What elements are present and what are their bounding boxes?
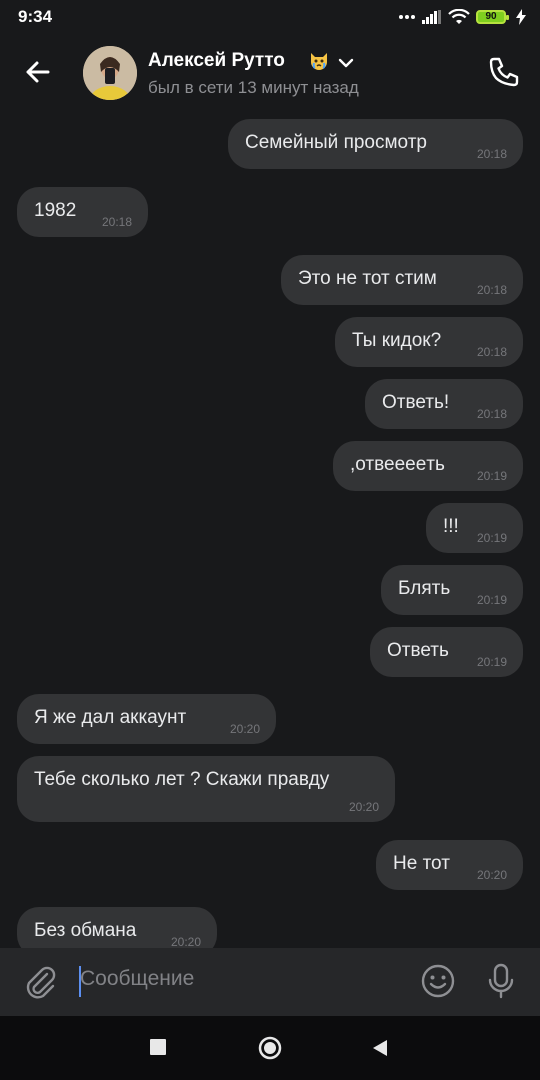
message-text: Не тот — [393, 853, 450, 874]
battery-level: 90 — [485, 11, 497, 22]
contact-name[interactable]: Алексей Рутто — [148, 50, 285, 72]
message-time: 20:20 — [170, 935, 201, 949]
paperclip-icon[interactable] — [20, 962, 60, 1002]
message-time: 20:19 — [476, 655, 507, 669]
back-button[interactable] — [20, 54, 56, 90]
message-bubble-outgoing[interactable]: Семейный просмотр 20:18 — [228, 119, 523, 169]
message-time: 20:20 — [348, 800, 379, 814]
square-recents-icon[interactable] — [150, 1039, 166, 1055]
message-text: 1982 — [34, 200, 77, 221]
message-input[interactable]: Сообщение — [80, 967, 194, 991]
message-text: Тебе сколько лет ? Скажи правду — [34, 769, 330, 790]
message-text: Без обмана — [34, 920, 137, 941]
charging-icon — [516, 9, 526, 25]
message-time: 20:18 — [476, 147, 507, 161]
message-bubble-outgoing[interactable]: Не тот 20:20 — [376, 840, 523, 890]
message-time: 20:19 — [476, 593, 507, 607]
contact-avatar[interactable] — [83, 46, 137, 100]
message-composer: Сообщение — [0, 948, 540, 1016]
message-bubble-outgoing[interactable]: Ответь! 20:18 — [365, 379, 523, 429]
system-nav-bar — [0, 1016, 540, 1080]
last-seen-status: был в сети 13 минут назад — [148, 78, 359, 97]
microphone-icon[interactable] — [484, 961, 518, 1001]
message-text: Блять — [398, 578, 451, 599]
message-time: 20:19 — [476, 531, 507, 545]
message-bubble-outgoing[interactable]: Это не тот стим 20:18 — [281, 255, 523, 305]
chat-header: Алексей Рутто был в сети 13 минут назад — [0, 34, 540, 112]
message-bubble-outgoing[interactable]: ,отвеееeть 20:19 — [333, 441, 523, 491]
message-bubble-outgoing[interactable]: Ответь 20:19 — [370, 627, 523, 677]
message-text: Ответь! — [382, 392, 450, 413]
wifi-icon — [448, 9, 470, 24]
triangle-back-icon[interactable] — [371, 1038, 389, 1058]
dots-icon — [399, 15, 415, 19]
message-text: Это не тот стим — [298, 268, 437, 289]
message-bubble-outgoing[interactable]: !!! 20:19 — [426, 503, 523, 553]
call-button[interactable] — [486, 54, 522, 90]
signal-icon — [422, 10, 441, 24]
message-bubble-incoming[interactable]: 1982 20:18 — [17, 187, 148, 237]
message-text: !!! — [443, 516, 459, 537]
message-bubble-outgoing[interactable]: Ты кидок? 20:18 — [335, 317, 523, 367]
battery-icon: 90 — [476, 10, 509, 24]
message-time: 20:20 — [476, 868, 507, 882]
chevron-down-icon[interactable] — [337, 56, 355, 70]
message-text: Ты кидок? — [352, 330, 442, 351]
message-text: ,отвеееeть — [350, 454, 445, 475]
status-icons: 90 — [398, 7, 526, 27]
message-text: Ответь — [387, 640, 449, 661]
status-time: 9:34 — [18, 7, 53, 26]
avatar-photo — [83, 46, 137, 100]
message-bubble-outgoing[interactable]: Блять 20:19 — [381, 565, 523, 615]
message-bubble-incoming[interactable]: Тебе сколько лет ? Скажи правду 20:20 — [17, 756, 395, 822]
status-bar: 9:34 90 — [0, 0, 540, 34]
crying-cat-emoji-icon — [311, 53, 327, 70]
message-time: 20:19 — [476, 469, 507, 483]
circle-home-icon[interactable] — [258, 1036, 282, 1060]
message-time: 20:18 — [476, 407, 507, 421]
message-text: Семейный просмотр — [245, 132, 427, 153]
message-time: 20:20 — [229, 722, 260, 736]
message-time: 20:18 — [101, 215, 132, 229]
message-text: Я же дал аккаунт — [34, 707, 187, 728]
message-time: 20:18 — [476, 283, 507, 297]
message-bubble-incoming[interactable]: Я же дал аккаунт 20:20 — [17, 694, 276, 744]
message-time: 20:18 — [476, 345, 507, 359]
smiley-icon[interactable] — [419, 962, 457, 1000]
